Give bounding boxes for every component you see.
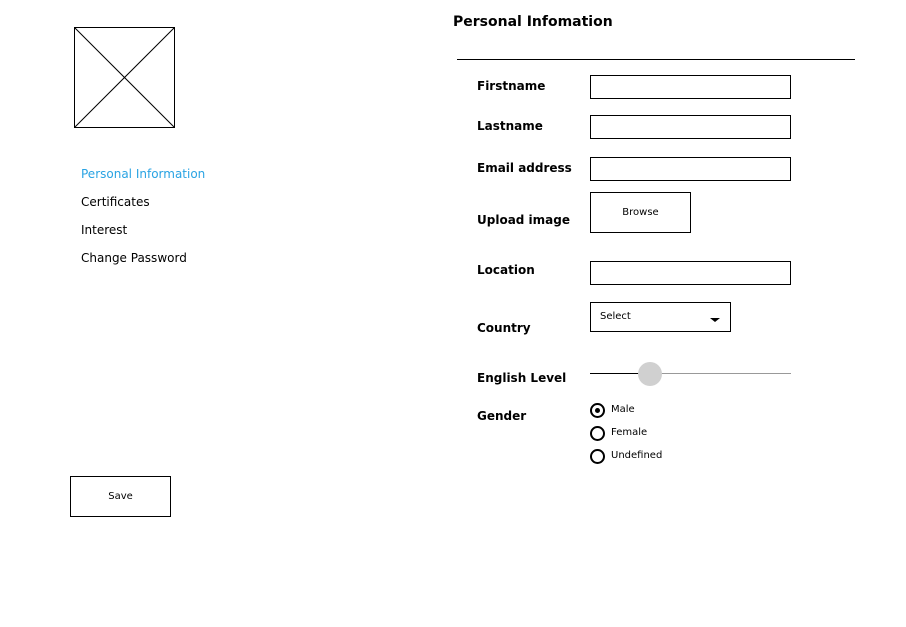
save-button-label: Save [108, 491, 133, 502]
save-button[interactable]: Save [70, 476, 171, 517]
chevron-down-icon [710, 318, 720, 322]
slider-thumb[interactable] [638, 362, 662, 386]
country-label: Country [477, 321, 531, 335]
sidebar-item-personal-information[interactable]: Personal Information [81, 166, 205, 182]
english-level-label: English Level [477, 371, 567, 385]
email-field[interactable] [590, 157, 791, 181]
radio-button[interactable] [590, 448, 605, 464]
browse-button[interactable]: Browse [590, 192, 691, 233]
gender-option-label: Undefined [611, 450, 663, 461]
sidebar-item-interest[interactable]: Interest [81, 222, 127, 238]
firstname-label: Firstname [477, 79, 546, 93]
lastname-label: Lastname [477, 119, 543, 133]
country-select-value: Select [600, 311, 631, 322]
radio-button[interactable] [590, 402, 605, 418]
browse-button-label: Browse [622, 207, 659, 218]
gender-option-label: Female [611, 427, 648, 438]
title-divider [457, 59, 855, 60]
email-label: Email address [477, 161, 572, 175]
lastname-field[interactable] [590, 115, 791, 139]
sidebar-item-change-password[interactable]: Change Password [81, 250, 187, 266]
upload-image-label: Upload image [477, 213, 570, 227]
firstname-field[interactable] [590, 75, 791, 99]
gender-option-label: Male [611, 404, 635, 415]
location-label: Location [477, 263, 535, 277]
english-level-slider[interactable] [590, 362, 791, 386]
page-title: Personal Infomation [453, 14, 613, 30]
gender-option-male[interactable]: Male [590, 402, 635, 418]
sidebar-item-certificates[interactable]: Certificates [81, 194, 150, 210]
radio-button[interactable] [590, 425, 605, 441]
gender-option-female[interactable]: Female [590, 425, 647, 441]
location-field[interactable] [590, 261, 791, 285]
country-select[interactable]: Select [590, 302, 731, 332]
image-placeholder-icon [74, 27, 175, 128]
gender-option-undefined[interactable]: Undefined [590, 448, 662, 464]
gender-label: Gender [477, 409, 527, 423]
